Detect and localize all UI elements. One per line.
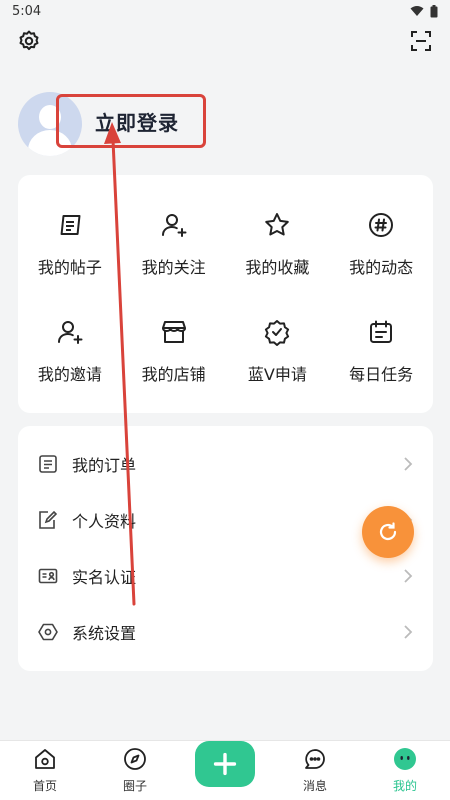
- follow-icon: [161, 214, 187, 237]
- grid-item-my-favorites[interactable]: 我的收藏: [226, 211, 330, 318]
- grid-item-label: 每日任务: [349, 365, 414, 384]
- tab-label: 首页: [32, 779, 57, 793]
- profile-header: 立即登录: [18, 92, 206, 156]
- verified-badge-icon: [265, 320, 290, 346]
- list-item-label: 我的订单: [72, 456, 137, 475]
- tab-home[interactable]: 首页: [0, 741, 90, 800]
- grid-item-my-store[interactable]: 我的店铺: [122, 318, 226, 425]
- scan-icon: [411, 31, 431, 51]
- grid-item-label: 我的动态: [349, 258, 414, 277]
- post-button[interactable]: [195, 740, 255, 787]
- me-face-icon: [394, 748, 416, 770]
- refresh-icon: [379, 522, 397, 541]
- post-icon: [60, 215, 81, 235]
- home-icon: [35, 749, 55, 769]
- grid-item-my-invites[interactable]: 我的邀请: [18, 318, 122, 425]
- tab-me[interactable]: 我的: [360, 741, 450, 800]
- list-item-system-settings[interactable]: 系统设置: [18, 604, 433, 660]
- calendar-icon: [370, 320, 393, 343]
- login-button[interactable]: 立即登录: [56, 94, 206, 148]
- chevron-right-icon: [404, 457, 413, 471]
- bottom-tab-bar: 首页 圈子 消息 我的: [0, 740, 450, 800]
- chevron-right-icon: [404, 569, 413, 583]
- compass-icon: [124, 748, 146, 770]
- star-icon: [265, 213, 290, 236]
- status-icons: [410, 4, 438, 18]
- tab-label: 圈子: [122, 779, 147, 793]
- login-label: 立即登录: [95, 110, 179, 135]
- plus-icon: [213, 752, 237, 775]
- status-time: 5:04: [12, 3, 42, 19]
- tab-messages[interactable]: 消息: [270, 741, 360, 800]
- grid-item-my-activity[interactable]: 我的动态: [329, 211, 433, 318]
- grid-item-label: 我的邀请: [37, 365, 102, 384]
- hexagon-settings-icon: [38, 623, 58, 641]
- list-item-my-orders[interactable]: 我的订单: [18, 436, 433, 492]
- store-icon: [161, 321, 186, 343]
- id-card-icon: [38, 568, 58, 584]
- tab-label: 我的: [392, 779, 417, 793]
- gear-icon: [19, 30, 39, 51]
- order-icon: [39, 455, 57, 473]
- grid-item-label: 我的帖子: [37, 258, 102, 277]
- edit-profile-icon: [39, 510, 58, 529]
- invite-icon: [57, 321, 83, 344]
- grid-row: 我的邀请 我的店铺 蓝V申请 每日任务: [18, 318, 433, 425]
- wifi-icon: [410, 6, 424, 16]
- hashtag-icon: [369, 213, 394, 237]
- grid-item-label: 蓝V申请: [247, 365, 307, 384]
- list-item-label: 个人资料: [72, 512, 137, 531]
- grid-item-blue-v-apply[interactable]: 蓝V申请: [226, 318, 330, 425]
- grid-item-my-follows[interactable]: 我的关注: [122, 211, 226, 318]
- shortcut-grid-card: 我的帖子 我的关注 我的收藏 我的动态 我的邀请 我的店铺 蓝V申请 每日任务: [18, 175, 433, 413]
- tab-post[interactable]: [180, 740, 270, 800]
- grid-item-label: 我的关注: [141, 258, 206, 277]
- battery-icon: [430, 4, 438, 17]
- list-item-label: 实名认证: [72, 568, 137, 587]
- settings-button[interactable]: [16, 28, 42, 54]
- grid-item-label: 我的店铺: [141, 365, 206, 384]
- tab-label: 消息: [302, 779, 327, 793]
- scan-button[interactable]: [408, 28, 434, 54]
- grid-row: 我的帖子 我的关注 我的收藏 我的动态: [18, 211, 433, 318]
- grid-item-daily-tasks[interactable]: 每日任务: [329, 318, 433, 425]
- grid-item-my-posts[interactable]: 我的帖子: [18, 211, 122, 318]
- floating-refresh-button[interactable]: [362, 506, 414, 558]
- tab-circle[interactable]: 圈子: [90, 741, 180, 800]
- list-item-real-name-verification[interactable]: 实名认证: [18, 548, 433, 604]
- message-icon: [305, 749, 325, 769]
- list-item-label: 系统设置: [72, 624, 137, 643]
- grid-item-label: 我的收藏: [245, 258, 310, 277]
- status-bar: 5:04: [0, 0, 450, 22]
- chevron-right-icon: [404, 625, 413, 639]
